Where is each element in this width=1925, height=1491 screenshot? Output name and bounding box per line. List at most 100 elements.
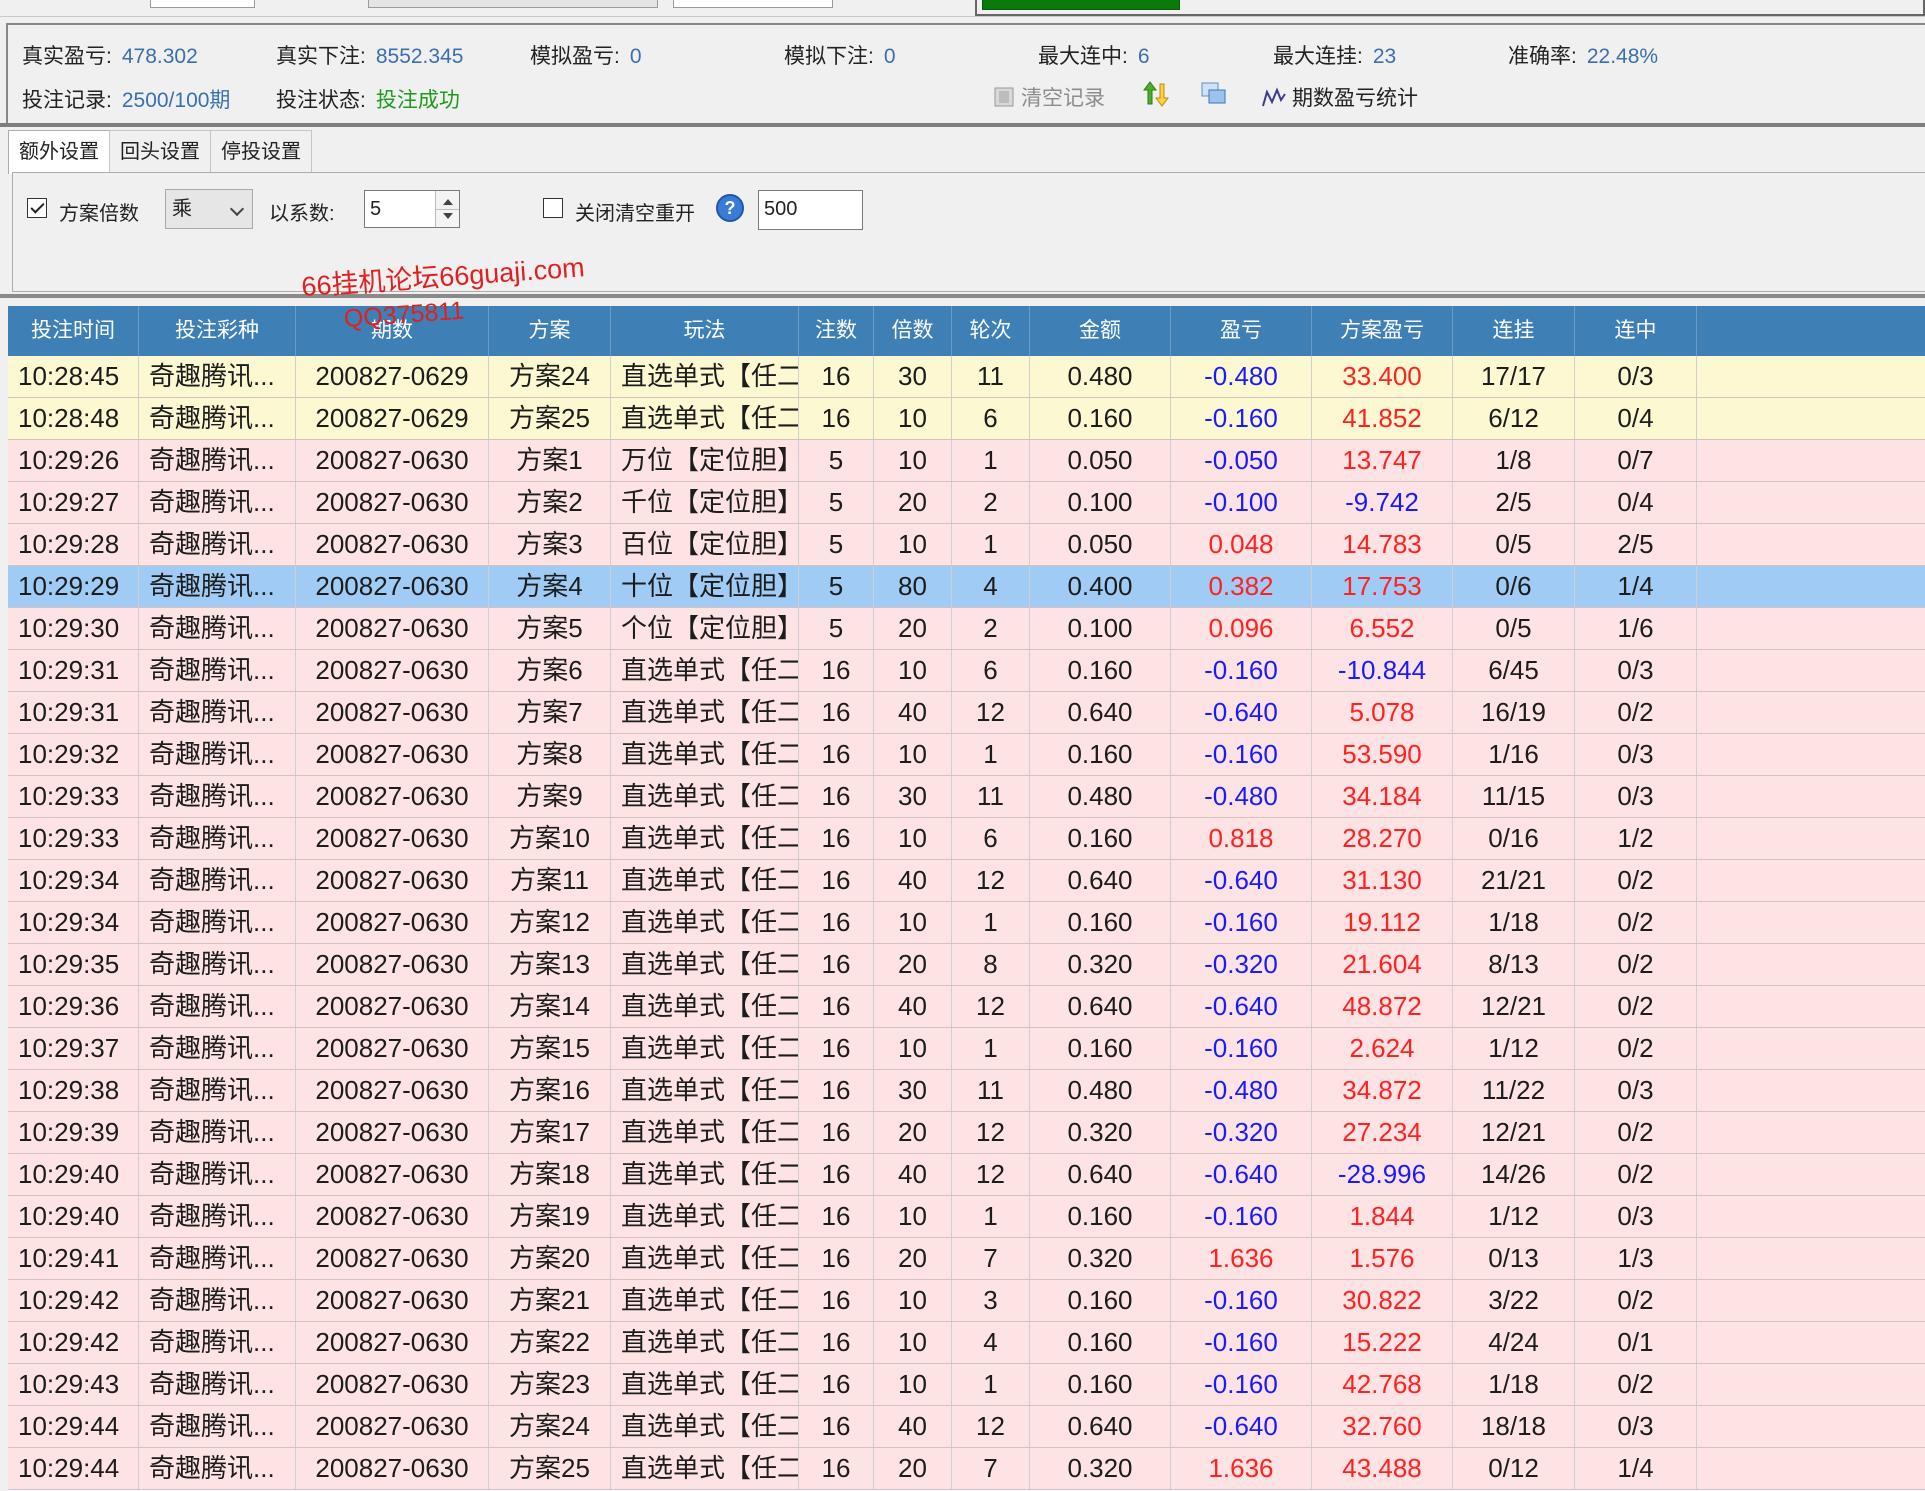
reset-value-input[interactable]: 500: [758, 190, 863, 230]
table-row[interactable]: 10:29:41奇趣腾讯...200827-0630方案20直选单式【任二】16…: [8, 1238, 1925, 1280]
table-row[interactable]: 10:29:31奇趣腾讯...200827-0630方案7直选单式【任二】164…: [8, 692, 1925, 734]
header-col-bet-time[interactable]: 投注时间: [8, 306, 139, 356]
header-col-round[interactable]: 轮次: [952, 306, 1030, 356]
cell-pnl: -0.320: [1171, 944, 1312, 985]
cell-round: 2: [952, 608, 1030, 649]
cell-pnl: 0.818: [1171, 818, 1312, 859]
stat-value: 478.302: [121, 45, 198, 68]
cell-amount: 0.320: [1030, 1112, 1171, 1153]
cell-round: 8: [952, 944, 1030, 985]
clear-records-button[interactable]: 清空记录: [993, 82, 1105, 112]
cell-multiplier: 10: [874, 650, 952, 691]
table-row[interactable]: 10:29:43奇趣腾讯...200827-0630方案23直选单式【任二】16…: [8, 1364, 1925, 1406]
table-row[interactable]: 10:29:31奇趣腾讯...200827-0630方案6直选单式【任二】161…: [8, 650, 1925, 692]
header-col-plan[interactable]: 方案: [489, 306, 611, 356]
table-row[interactable]: 10:29:29 奇趣腾讯... 200827-0630 方案4 十位【定位胆】 5 80 4…: [8, 566, 1925, 608]
sort-button[interactable]: [1143, 80, 1169, 108]
cell-multiplier: 40: [874, 1154, 952, 1195]
table-row[interactable]: 10:29:34奇趣腾讯...200827-0630方案12直选单式【任二】16…: [8, 902, 1925, 944]
cell-play: 直选单式【任二】: [611, 1448, 799, 1489]
table-row[interactable]: 10:29:40奇趣腾讯...200827-0630方案18直选单式【任二】16…: [8, 1154, 1925, 1196]
cell-bet-time: 10:29:43: [8, 1364, 139, 1405]
table-row[interactable]: 10:29:44奇趣腾讯...200827-0630方案24直选单式【任二】16…: [8, 1406, 1925, 1448]
cell-amount: 0.480: [1030, 776, 1171, 817]
header-col-loss-streak[interactable]: 连挂: [1453, 306, 1575, 356]
table-row[interactable]: 10:29:34奇趣腾讯...200827-0630方案11直选单式【任二】16…: [8, 860, 1925, 902]
tab-stop-settings[interactable]: 停投设置: [210, 130, 312, 172]
multiplier-checkbox[interactable]: [27, 198, 47, 218]
cell-bet-time: 10:29:38: [8, 1070, 139, 1111]
window-button[interactable]: [1201, 82, 1227, 106]
cell-multiplier: 10: [874, 902, 952, 943]
cell-loss-streak: 6/12: [1453, 398, 1575, 439]
cell-loss-streak: 0/16: [1453, 818, 1575, 859]
cell-amount: 0.050: [1030, 524, 1171, 565]
stepper-buttons[interactable]: [435, 191, 459, 227]
cell-plan-pnl: -28.996: [1312, 1154, 1453, 1195]
top-input-1[interactable]: [150, 0, 255, 8]
table-row[interactable]: 10:29:42奇趣腾讯...200827-0630方案22直选单式【任二】16…: [8, 1322, 1925, 1364]
header-col-pnl[interactable]: 盈亏: [1171, 306, 1312, 356]
cell-lottery: 奇趣腾讯...: [139, 1364, 296, 1405]
cell-amount: 0.160: [1030, 1028, 1171, 1069]
header-col-plan-pnl[interactable]: 方案盈亏: [1312, 306, 1453, 356]
table-row[interactable]: 10:29:27 奇趣腾讯... 200827-0630 方案2 千位【定位胆】 5 20 2…: [8, 482, 1925, 524]
header-col-win-streak[interactable]: 连中: [1575, 306, 1697, 356]
cell-count: 5: [799, 482, 874, 523]
cell-bet-time: 10:29:31: [8, 692, 139, 733]
table-row[interactable]: 10:29:28 奇趣腾讯... 200827-0630 方案3 百位【定位胆】 5 10 1…: [8, 524, 1925, 566]
header-col-play[interactable]: 玩法: [611, 306, 799, 356]
reset-checkbox[interactable]: [543, 198, 563, 218]
top-button-1[interactable]: [368, 0, 658, 8]
operation-value: 乘: [172, 198, 192, 220]
cell-plan-pnl: 43.488: [1312, 1448, 1453, 1489]
table-row[interactable]: 10:28:48奇趣腾讯...200827-0629方案25直选单式【任二】16…: [8, 398, 1925, 440]
tab-return-settings[interactable]: 回头设置: [109, 130, 211, 172]
cell-multiplier: 40: [874, 860, 952, 901]
table-row[interactable]: 10:29:39奇趣腾讯...200827-0630方案17直选单式【任二】16…: [8, 1112, 1925, 1154]
table-row[interactable]: 10:29:38奇趣腾讯...200827-0630方案16直选单式【任二】16…: [8, 1070, 1925, 1112]
table-row[interactable]: 10:28:45奇趣腾讯...200827-0629方案24直选单式【任二】16…: [8, 356, 1925, 398]
table-row[interactable]: 10:29:40奇趣腾讯...200827-0630方案19直选单式【任二】16…: [8, 1196, 1925, 1238]
header-col-amount[interactable]: 金额: [1030, 306, 1171, 356]
table-row[interactable]: 10:29:30 奇趣腾讯... 200827-0630 方案5 个位【定位胆】 5 20 2…: [8, 608, 1925, 650]
coefficient-stepper[interactable]: 5: [364, 190, 460, 228]
cell-count: 16: [799, 1406, 874, 1447]
cell-lottery: 奇趣腾讯...: [139, 986, 296, 1027]
table-row[interactable]: 10:29:26 奇趣腾讯... 200827-0630 方案1 万位【定位胆】 5 10 1…: [8, 440, 1925, 482]
table-row[interactable]: 10:29:33奇趣腾讯...200827-0630方案9直选单式【任二】163…: [8, 776, 1925, 818]
help-icon[interactable]: ?: [716, 194, 744, 222]
cell-amount: 0.480: [1030, 1070, 1171, 1111]
tab-extra-settings[interactable]: 额外设置: [8, 130, 110, 174]
cell-win-streak: 0/3: [1575, 650, 1697, 691]
cell-plan: 方案6: [489, 650, 611, 691]
cell-pnl: -0.640: [1171, 1406, 1312, 1447]
table-row[interactable]: 10:29:33奇趣腾讯...200827-0630方案10直选单式【任二】16…: [8, 818, 1925, 860]
cell-bet-time: 10:28:45: [8, 356, 139, 397]
table-row[interactable]: 10:29:37奇趣腾讯...200827-0630方案15直选单式【任二】16…: [8, 1028, 1925, 1070]
bet-records-table: 投注时间 投注彩种 期数 方案 玩法 注数 倍数 轮次 金额 盈亏 方案盈亏 连挂 连中 10:28:4…: [8, 306, 1925, 1491]
cell-round: 12: [952, 986, 1030, 1027]
cell-plan-pnl: 48.872: [1312, 986, 1453, 1027]
cell-multiplier: 20: [874, 1448, 952, 1489]
operation-select[interactable]: 乘: [165, 189, 253, 229]
table-row[interactable]: 10:29:42奇趣腾讯...200827-0630方案21直选单式【任二】16…: [8, 1280, 1925, 1322]
header-col-multiplier[interactable]: 倍数: [874, 306, 952, 356]
header-col-count[interactable]: 注数: [799, 306, 874, 356]
stat-label: 模拟下注:: [784, 45, 874, 68]
cell-loss-streak: 12/21: [1453, 1112, 1575, 1153]
table-row[interactable]: 10:29:44奇趣腾讯...200827-0630方案25直选单式【任二】16…: [8, 1448, 1925, 1490]
period-stats-button[interactable]: 期数盈亏统计: [1262, 82, 1418, 112]
header-col-lottery[interactable]: 投注彩种: [139, 306, 296, 356]
cell-loss-streak: 1/12: [1453, 1196, 1575, 1237]
cell-play: 直选单式【任二】: [611, 986, 799, 1027]
cell-win-streak: 0/3: [1575, 356, 1697, 397]
cell-pnl: -0.640: [1171, 986, 1312, 1027]
cell-count: 16: [799, 1280, 874, 1321]
cell-plan-pnl: 27.234: [1312, 1112, 1453, 1153]
cell-pnl: -0.160: [1171, 1322, 1312, 1363]
table-row[interactable]: 10:29:36奇趣腾讯...200827-0630方案14直选单式【任二】16…: [8, 986, 1925, 1028]
table-row[interactable]: 10:29:32奇趣腾讯...200827-0630方案8直选单式【任二】161…: [8, 734, 1925, 776]
top-input-2[interactable]: [673, 0, 833, 8]
table-row[interactable]: 10:29:35奇趣腾讯...200827-0630方案13直选单式【任二】16…: [8, 944, 1925, 986]
